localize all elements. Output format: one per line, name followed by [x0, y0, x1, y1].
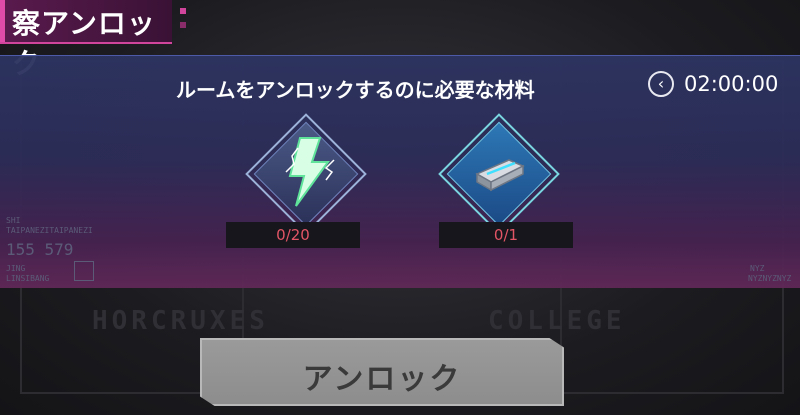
deco-box [74, 261, 94, 281]
page-title-tab: 察アンロック [0, 0, 172, 80]
material-slot-lightning[interactable]: 0/20 [226, 113, 367, 262]
title-dots-decoration [180, 8, 186, 14]
materials-panel: ルームをアンロックするのに必要な材料 ‹ 02:00:00 SHI TAIPAN… [0, 55, 800, 288]
deco-text-d: JING [6, 264, 26, 273]
timer-text: 02:00:00 [684, 72, 779, 96]
clock-icon: ‹ [648, 71, 674, 97]
material-count: 0/20 [226, 222, 360, 248]
deco-text-b: TAIPANEZITAIPANEZI [6, 226, 93, 235]
deco-text-g: NYZNYZNYZ [748, 274, 792, 283]
requirement-text: ルームをアンロックするのに必要な材料 [176, 78, 535, 102]
metal-bar-icon [475, 159, 525, 192]
material-slot-metal-bar[interactable]: 0/1 [438, 113, 573, 262]
unlock-button-label: アンロック [302, 362, 462, 397]
material-count: 0/1 [439, 222, 573, 248]
deco-text-c: 155 579 [6, 240, 74, 259]
unlock-button[interactable]: アンロック [200, 338, 564, 406]
deco-text-f: NYZ [750, 264, 765, 273]
deco-text-a: SHI [6, 216, 21, 225]
lightning-icon [285, 137, 335, 207]
background-text-left: HORCRUXES [92, 306, 269, 336]
background-text-right: COLLEGE [488, 306, 626, 336]
deco-text-e: LINSIBANG [6, 274, 50, 283]
